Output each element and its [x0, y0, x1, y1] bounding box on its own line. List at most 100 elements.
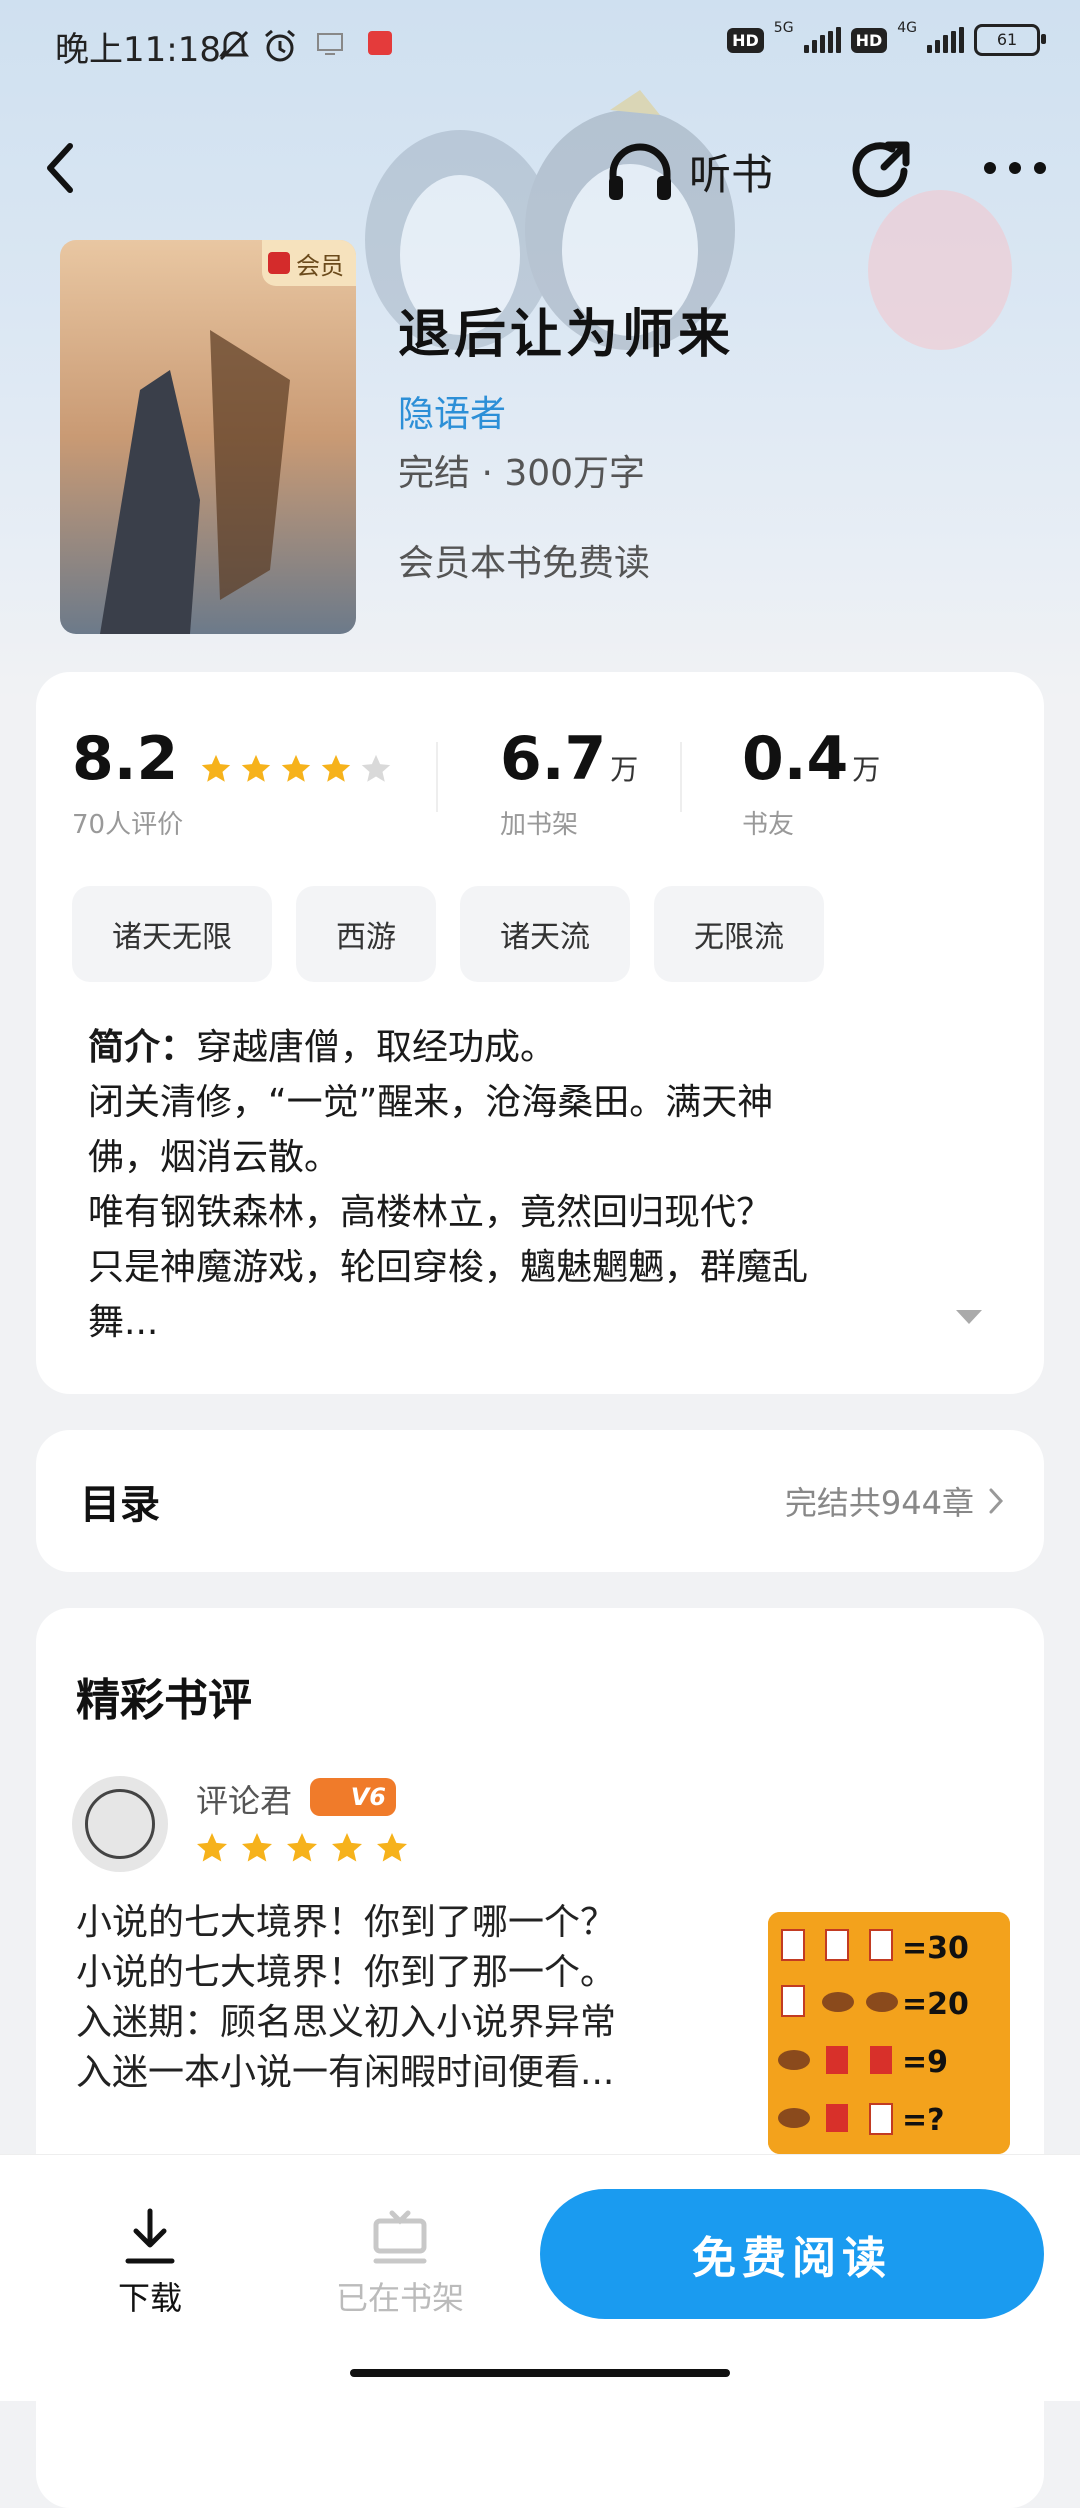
intro-line: 穿越唐僧，取经功成。 — [196, 1027, 557, 1068]
book-intro[interactable]: 简介：穿越唐僧，取经功成。 闭关清修，“一觉”醒来，沧海桑田。满天神 佛，烟消云… — [88, 1020, 968, 1350]
listen-button[interactable]: 听书 — [605, 135, 773, 207]
rating-stat[interactable]: 8.2 70人评价 — [72, 724, 393, 841]
star-icon — [242, 1833, 272, 1862]
stat-divider — [436, 742, 438, 812]
intro-line: 只是神魔游戏，轮回穿梭，魑魅魍魉，群魔乱 — [88, 1247, 809, 1288]
shelf-count: 6.7 — [500, 724, 607, 794]
puzzle-value: =20 — [902, 1987, 969, 2022]
more-options-icon[interactable] — [980, 150, 1050, 186]
intro-line: 唯有钢铁森林，高楼林立，竟然回归现代？ — [88, 1192, 773, 1233]
mute-bell-icon — [219, 30, 249, 61]
review-content[interactable]: 小说的七大境界！你到了哪一个？ 小说的七大境界！你到了那一个。 入迷期：顾名思义… — [76, 1898, 736, 2098]
intro-line: 舞... — [88, 1302, 159, 1343]
download-label: 下载 — [117, 2279, 182, 2317]
stat-divider — [680, 742, 682, 812]
vip-level-badge: V6 — [310, 1778, 396, 1816]
star-icon — [377, 1833, 407, 1862]
star-icon — [322, 754, 351, 782]
review-line: 小说的七大境界！你到了那一个。 — [76, 1952, 617, 1993]
status-bar: 晚上11:18 HD 5G HD 4G 61 — [0, 0, 1080, 92]
friends-stat: 0.4 万 书友 — [742, 724, 880, 841]
book-status: 完结 · 300万字 — [398, 453, 646, 494]
cover-badge-label: 会员 — [296, 251, 344, 280]
shelf-stat: 6.7 万 加书架 — [500, 724, 638, 841]
book-author-link[interactable]: 隐语者 — [398, 385, 506, 437]
tag-chip[interactable]: 无限流 — [654, 886, 824, 982]
avatar[interactable] — [72, 1776, 168, 1872]
screen-cast-icon — [317, 33, 343, 55]
back-arrow-icon[interactable] — [40, 138, 84, 198]
book-cover[interactable]: 会员 — [60, 240, 356, 634]
shelf-unit: 万 — [610, 753, 639, 786]
share-icon[interactable] — [848, 135, 918, 205]
tag-chip[interactable]: 诸天无限 — [72, 886, 272, 982]
friends-count: 0.4 — [742, 724, 849, 794]
star-icon — [362, 754, 391, 782]
chevron-right-icon — [989, 1488, 1004, 1514]
rating-score: 8.2 — [72, 724, 179, 794]
balloon-decoration — [868, 190, 1012, 350]
puzzle-value: =? — [902, 2103, 945, 2138]
puzzle-value: =30 — [902, 1931, 969, 1966]
battery-level: 61 — [996, 30, 1018, 49]
friends-label: 书友 — [742, 810, 795, 840]
intro-line: 闭关清修，“一觉”醒来，沧海桑田。满天神 — [88, 1082, 774, 1123]
puzzle-value: =9 — [902, 2045, 948, 2080]
hd-badge-1: HD — [727, 27, 764, 53]
home-indicator[interactable] — [350, 2369, 730, 2377]
tag-list: 诸天无限 西游 诸天流 无限流 — [72, 886, 824, 982]
tag-chip[interactable]: 西游 — [296, 886, 436, 982]
review-line: 入迷一本小说一有闲暇时间便看... — [76, 2052, 615, 2093]
status-time: 晚上11:18 — [55, 30, 221, 70]
rating-stars — [199, 752, 393, 786]
on-shelf-label: 已在书架 — [335, 2279, 464, 2317]
free-read-button[interactable]: 免费阅读 — [540, 2189, 1044, 2319]
toc-meta: 完结共944章 — [785, 1478, 1004, 1524]
signal-icon — [803, 27, 841, 53]
star-icon — [332, 1833, 362, 1862]
member-app-icon — [268, 252, 290, 274]
star-icon — [282, 754, 311, 782]
rating-count: 70人评价 — [72, 810, 184, 840]
expand-triangle-icon[interactable] — [954, 1306, 984, 1328]
network-label-5g: 5G — [773, 20, 794, 36]
toc-title: 目录 — [80, 1482, 160, 1528]
hd-badge-2: HD — [850, 27, 888, 53]
toc-chapter-count: 完结共944章 — [784, 1484, 974, 1522]
star-icon — [287, 1833, 317, 1862]
book-cover-art — [60, 240, 356, 634]
download-button[interactable]: 下载 — [108, 2207, 192, 2319]
star-icon — [242, 754, 271, 782]
review-image[interactable]: =30 =20 =9 =? — [768, 1912, 1010, 2154]
puzzle-image: =30 =20 =9 =? — [768, 1912, 1010, 2154]
headphones-icon — [609, 143, 671, 200]
review-line: 入迷期：顾名思义初入小说界异常 — [76, 2002, 617, 2043]
book-title: 退后让为师来 — [398, 305, 735, 365]
app-notification-icon — [368, 31, 392, 55]
intro-line: 佛，烟消云散。 — [88, 1137, 341, 1178]
book-detail-card: 8.2 70人评价 6.7 万 加书架 0.4 万 书友 诸天无限 西游 诸天流 无… — [36, 672, 1044, 1394]
shelf-label: 加书架 — [500, 810, 579, 840]
star-icon — [202, 754, 231, 782]
toc-row[interactable]: 目录 完结共944章 — [36, 1430, 1044, 1572]
reviewer-name[interactable]: 评论君 — [196, 1776, 292, 1822]
listen-label: 听书 — [689, 149, 774, 199]
cover-member-badge: 会员 — [262, 240, 356, 286]
review-stars — [194, 1830, 410, 1866]
review-line: 小说的七大境界！你到了哪一个？ — [76, 1902, 617, 1943]
download-icon — [125, 2208, 175, 2264]
star-icon — [197, 1833, 227, 1862]
alarm-icon — [265, 29, 295, 62]
avatar-circle — [85, 1789, 155, 1859]
friends-unit: 万 — [852, 753, 881, 786]
intro-label: 简介： — [88, 1027, 197, 1068]
bottom-action-bar: 下载 已在书架 免费阅读 — [0, 2154, 1080, 2401]
member-free-note: 会员本书免费读 — [398, 543, 651, 584]
signal-icon-2 — [927, 27, 964, 53]
bookshelf-icon — [373, 2210, 427, 2264]
on-shelf-button[interactable]: 已在书架 — [320, 2207, 480, 2319]
tag-chip[interactable]: 诸天流 — [460, 886, 630, 982]
battery-icon: 61 — [974, 24, 1046, 56]
reviews-heading: 精彩书评 — [76, 1675, 252, 1726]
network-label-4g: 4G — [897, 20, 917, 36]
